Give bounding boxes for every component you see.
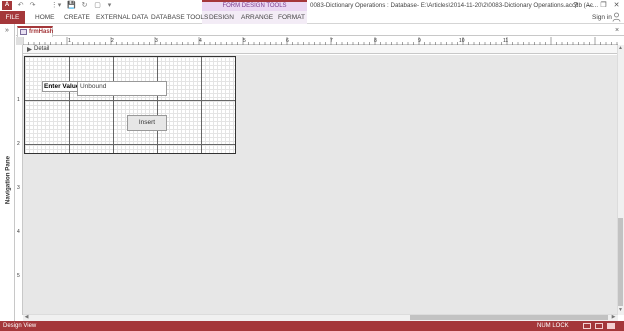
restore-button[interactable]: ❐ [597, 0, 610, 11]
design-view-icon[interactable] [607, 323, 615, 329]
tab-home[interactable]: HOME [35, 11, 55, 24]
tab-external-data[interactable]: EXTERNAL DATA [96, 11, 148, 24]
ruler-number: 3 [155, 38, 158, 44]
grid-line [157, 57, 158, 153]
form-view-icon[interactable] [583, 323, 591, 329]
close-window-button[interactable]: ✕ [610, 0, 623, 11]
tab-database-tools[interactable]: DATABASE TOOLS [151, 11, 208, 24]
ruler-number: 11 [503, 38, 509, 44]
grid-line [113, 57, 114, 153]
scroll-down-icon[interactable]: ▼ [617, 307, 624, 314]
vertical-ruler: 1 2 3 4 5 [16, 45, 23, 315]
tab-format[interactable]: FORMAT [278, 11, 305, 24]
ruler-number: 4 [199, 38, 202, 44]
ruler-number: 4 [17, 229, 20, 235]
tab-arrange[interactable]: ARRANGE [241, 11, 273, 24]
scroll-right-icon[interactable]: ▶ [610, 314, 617, 321]
enter-value-label[interactable]: Enter Value [42, 81, 79, 92]
form-detail-grid[interactable] [24, 56, 236, 154]
ruler-number: 8 [374, 38, 377, 44]
ruler-number: 9 [418, 38, 421, 44]
layout-view-icon[interactable] [595, 323, 603, 329]
sign-in-link[interactable]: Sign in [592, 11, 612, 24]
ruler-number: 3 [17, 185, 20, 191]
customize-qat-icon[interactable]: ▾ [106, 1, 113, 10]
tab-frmhash[interactable]: frmHash [17, 26, 53, 37]
ruler-number: 1 [68, 38, 71, 44]
scroll-up-icon[interactable]: ▲ [617, 45, 624, 52]
vertical-scroll-thumb[interactable] [618, 218, 623, 306]
ruler-number: 1 [17, 97, 20, 103]
status-bar [0, 321, 624, 331]
horizontal-ruler: 1 2 3 4 5 6 7 8 9 10 11 [23, 37, 618, 45]
grid-line [201, 57, 202, 153]
close-document-icon[interactable]: × [612, 26, 622, 35]
section-arrow-icon [27, 47, 32, 52]
help-icon[interactable]: ? [569, 0, 582, 11]
tab-file[interactable]: FILE [0, 11, 25, 24]
detail-section-label: Detail [34, 46, 50, 52]
insert-button[interactable]: Insert [127, 115, 167, 131]
doc-tab-label: frmHash [29, 29, 54, 35]
window-title: 0083-Dictionary Operations : Database- E… [310, 2, 599, 9]
ruler-number: 7 [330, 38, 333, 44]
scroll-left-icon[interactable]: ◀ [23, 314, 30, 321]
navigation-pane-label[interactable]: Navigation Pane [1, 150, 15, 210]
ribbon-tab-bar [0, 11, 624, 24]
ruler-number: 10 [459, 38, 465, 44]
tab-create[interactable]: CREATE [64, 11, 90, 24]
ruler-number: 6 [286, 38, 289, 44]
grid-line [25, 100, 235, 101]
detail-section-header[interactable]: Detail [23, 45, 618, 54]
view-mode-icon[interactable]: ⋮▾ [50, 1, 62, 10]
form-icon[interactable]: ▢ [93, 1, 102, 10]
access-app-icon[interactable]: A [2, 1, 12, 10]
grid-line [69, 57, 70, 153]
navigation-pane-label-text: Navigation Pane [4, 155, 12, 205]
ruler-number: 5 [243, 38, 246, 44]
tab-design[interactable]: DESIGN [209, 11, 234, 24]
expand-nav-icon[interactable]: » [2, 27, 12, 35]
horizontal-scroll-thumb[interactable] [410, 315, 608, 320]
ruler-number: 2 [17, 141, 20, 147]
redo-icon[interactable]: ↷ [28, 1, 37, 10]
document-tab-strip [16, 24, 624, 36]
view-status: Design View [3, 323, 37, 329]
ruler-number: 2 [111, 38, 114, 44]
form-selector[interactable] [16, 37, 23, 45]
numlock-indicator: NUM LOCK [537, 323, 569, 329]
undo-icon[interactable]: ↶ [16, 1, 25, 10]
form-design-tools-label: FORM DESIGN TOOLS [202, 0, 307, 11]
minimize-button[interactable]: – [583, 0, 596, 11]
ruler-number: 5 [17, 273, 20, 279]
refresh-icon[interactable]: ↻ [80, 1, 89, 10]
save-icon[interactable]: 💾 [67, 1, 76, 10]
form-icon [20, 29, 27, 35]
account-icon[interactable] [612, 12, 621, 22]
value-textbox[interactable]: Unbound [77, 81, 167, 96]
grid-line [25, 144, 235, 145]
